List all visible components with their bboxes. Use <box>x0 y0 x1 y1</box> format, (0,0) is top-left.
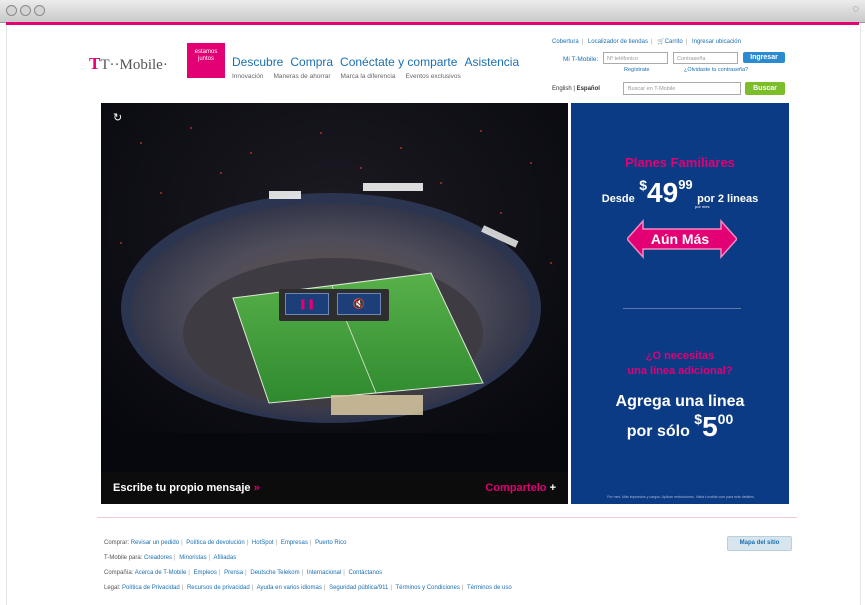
add-line-text: Agrega una linea <box>615 393 745 410</box>
resize-icon[interactable]: ◌ <box>852 3 859 15</box>
footer-link-puertorico[interactable]: Puerto Rico <box>315 540 346 546</box>
subnav-maneras[interactable]: Maneras de ahorrar <box>273 73 330 80</box>
utility-links: Cobertura | Localizador de tiendas | 🛒Carr… <box>552 39 741 45</box>
promo-divider <box>623 308 741 309</box>
add-price-main: 5 <box>702 411 718 442</box>
aun-mas-label[interactable]: Aún Más <box>571 231 789 247</box>
footer-link-minoristas[interactable]: Minoristas <box>179 555 206 561</box>
footer-link-afiliadas[interactable]: Afiliadas <box>214 555 237 561</box>
search-button[interactable]: Buscar <box>745 82 785 95</box>
lang-english[interactable]: English <box>552 86 572 92</box>
price-dollar: $ <box>639 177 648 193</box>
subnav-innovacion[interactable]: Innovación <box>232 73 263 80</box>
desde-text: Desde <box>601 193 635 205</box>
footer-divider <box>97 517 797 518</box>
mute-icon[interactable]: 🔇 <box>337 293 381 315</box>
footer-link-terminos-condiciones[interactable]: Términos y Condiciones <box>395 585 459 591</box>
hero-caption-bar: Escribe tu propio mensaje » Compartelo + <box>101 472 568 504</box>
add-line-price: por sólo $500 <box>571 411 789 443</box>
plus-icon: + <box>549 482 556 494</box>
util-cobertura[interactable]: Cobertura <box>552 39 579 45</box>
footer-link-hotspot[interactable]: HotSpot <box>252 540 274 546</box>
compania-label: Compañía: <box>104 570 134 576</box>
footer-legal: Legal: Política de Privacidad | Recursos … <box>104 585 512 591</box>
per-month-text: por mes <box>695 204 710 209</box>
util-localizador[interactable]: Localizador de tiendas <box>588 39 648 45</box>
comprar-label: Comprar: <box>104 540 130 546</box>
promo-title: Planes Familiares <box>625 155 735 170</box>
video-controls: ❚❚ 🔇 <box>279 289 389 321</box>
add-price-cents: 00 <box>717 411 734 427</box>
sitemap-button[interactable]: Mapa del sitio <box>727 536 792 551</box>
promo-price-line: Desde $4999 por 2 lineas <box>571 177 789 209</box>
footer-link-recursos[interactable]: Recursos de privacidad <box>187 585 250 591</box>
cart-icon[interactable]: 🛒 <box>657 39 664 45</box>
share-text: Compartelo <box>485 482 547 494</box>
subnav-marca[interactable]: Marca la diferencia <box>341 73 396 80</box>
tmobile-para-label: T-Mobile para: <box>104 555 143 561</box>
tmobile-logo[interactable]: TT··Mobile· <box>89 54 168 74</box>
util-carrito[interactable]: Carrito <box>665 39 683 45</box>
footer-link-internacional[interactable]: Internacional <box>307 570 341 576</box>
login-button[interactable]: Ingresar <box>743 52 785 63</box>
footer-comprar: Comprar: Revisar un pedido | Política de … <box>104 540 347 546</box>
legal-label: Legal: <box>104 585 121 591</box>
write-message-text: Escribe tu propio mensaje <box>113 482 251 494</box>
promo-fine-print: Por mes. Más impuestos y cargos. Aplican… <box>607 495 755 499</box>
footer-link-telekom[interactable]: Deutsche Telekom <box>250 570 299 576</box>
promo-panel[interactable]: Planes Familiares Desde $4999 por 2 line… <box>571 103 789 504</box>
hero-video[interactable]: ↻ ❚❚ 🔇 Escribe tu propio mensaje » Compa… <box>101 103 568 504</box>
footer-link-idiomas[interactable]: Ayuda en varios idiomas <box>257 585 322 591</box>
lang-espanol[interactable]: Español <box>577 86 600 92</box>
pause-icon[interactable]: ❚❚ <box>285 293 329 315</box>
price-main: 49 <box>647 177 679 208</box>
footer-link-creadores[interactable]: Creadores <box>144 555 172 561</box>
subnav-eventos[interactable]: Eventos exclusivos <box>405 73 460 80</box>
question-line-2: una línea adicional? <box>627 365 733 377</box>
footer-tmobile: T-Mobile para: Creadores | Minoristas | Af… <box>104 555 237 561</box>
question-line-1: ¿O necesitas <box>645 350 715 362</box>
footer-link-empresas[interactable]: Empresas <box>281 540 308 546</box>
account-label: Mi T-Mobile: <box>563 56 599 63</box>
add-price-dollar: $ <box>694 411 703 427</box>
estamos-juntos-badge[interactable]: estamos juntos <box>187 43 225 78</box>
price-cents: 99 <box>678 177 693 192</box>
browser-titlebar: ◌ <box>0 0 865 23</box>
share-link[interactable]: Compartelo + <box>485 482 556 494</box>
footer-link-contactanos[interactable]: Contáctanos <box>348 570 382 576</box>
nav-conectate[interactable]: Conéctate y comparte <box>340 55 457 69</box>
write-message-link[interactable]: Escribe tu propio mensaje » <box>113 482 260 494</box>
search-input[interactable]: Buscar en T-Mobile <box>623 82 741 95</box>
password-field[interactable]: Contraseña <box>673 52 738 64</box>
footer-link-seguridad[interactable]: Seguridad pública/911 <box>329 585 388 591</box>
minimize-window-icon[interactable] <box>20 5 31 16</box>
language-switch: English | Español <box>552 86 600 92</box>
nav-asistencia[interactable]: Asistencia <box>464 55 519 69</box>
nav-compra[interactable]: Compra <box>290 55 333 69</box>
footer-link-devolucion[interactable]: Política de devolución <box>186 540 244 546</box>
sub-nav: Innovación Maneras de ahorrar Marca la d… <box>232 73 461 80</box>
por-solo-text: por sólo <box>626 423 690 440</box>
footer-link-acerca[interactable]: Acerca de T-Mobile <box>135 570 187 576</box>
page: TT··Mobile· estamos juntos Descubre Comp… <box>6 25 861 605</box>
logo-text: T··Mobile· <box>100 57 168 73</box>
main-nav: Descubre Compra Conéctate y comparte Asi… <box>232 55 519 69</box>
footer-link-privacidad[interactable]: Política de Privacidad <box>122 585 180 591</box>
footer-link-revisar[interactable]: Revisar un pedido <box>131 540 179 546</box>
footer-link-prensa[interactable]: Prensa <box>224 570 243 576</box>
zoom-window-icon[interactable] <box>34 5 45 16</box>
close-window-icon[interactable] <box>6 5 17 16</box>
forgot-password-link[interactable]: ¿Olvidaste tu contraseña? <box>684 67 748 73</box>
nav-descubre[interactable]: Descubre <box>232 55 283 69</box>
phone-field[interactable]: Nº teléfonico <box>603 52 668 64</box>
register-link[interactable]: Regístrate <box>624 67 649 73</box>
footer-link-empleos[interactable]: Empleos <box>194 570 217 576</box>
double-arrow-icon: » <box>253 482 260 494</box>
reload-icon[interactable]: ↻ <box>113 111 122 124</box>
util-ubicacion[interactable]: Ingresar ubicación <box>692 39 741 45</box>
footer-compania: Compañía: Acerca de T-Mobile | Empleos | P… <box>104 570 383 576</box>
footer-link-terminos-uso[interactable]: Términos de uso <box>467 585 512 591</box>
